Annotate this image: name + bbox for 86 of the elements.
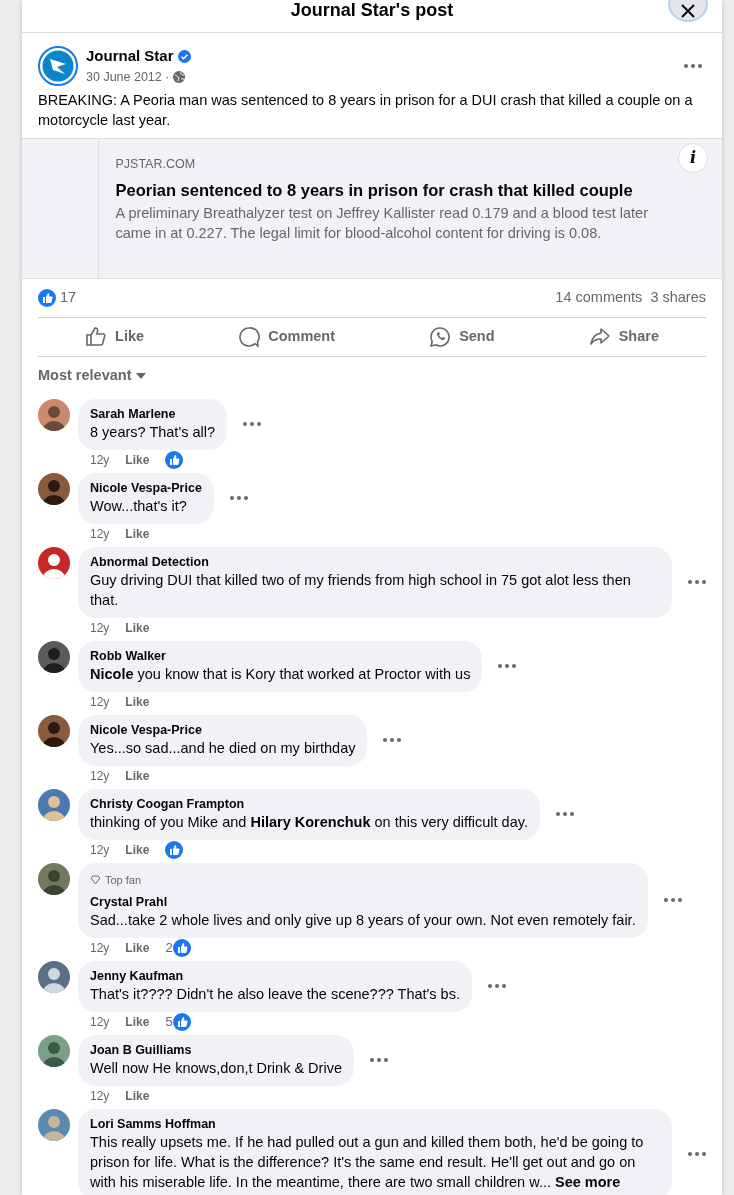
- comment-options-icon[interactable]: [243, 422, 261, 427]
- comment-time[interactable]: 12y: [90, 1087, 110, 1104]
- share-count[interactable]: 3 shares: [650, 287, 706, 309]
- comment-time[interactable]: 12y: [90, 767, 110, 784]
- comment-options-icon[interactable]: [498, 664, 517, 669]
- chat-phone-icon: [429, 326, 452, 348]
- like-link[interactable]: Like: [125, 1087, 150, 1104]
- comment-time[interactable]: 12y: [90, 1013, 110, 1030]
- commenter-name[interactable]: Crystal Prahl: [90, 893, 636, 910]
- comment-text: thinking of you Mike and Hilary Korenchuk on this very difficult day.: [90, 812, 528, 832]
- commenter-name[interactable]: Lori Samms Hoffman: [90, 1115, 660, 1132]
- avatar[interactable]: [38, 1034, 70, 1067]
- commenter-name[interactable]: Joan B Guilliams: [90, 1041, 342, 1058]
- post-date[interactable]: 30 June 2012 ·: [86, 67, 170, 87]
- top-fan-label: Top fan: [105, 872, 142, 888]
- see-more-link[interactable]: See more: [555, 1173, 621, 1190]
- comment-time[interactable]: 12y: [90, 693, 110, 710]
- like-link[interactable]: Like: [125, 767, 150, 784]
- commenter-name[interactable]: Robb Walker: [90, 647, 471, 664]
- like-link[interactable]: Like: [125, 841, 150, 858]
- link-headline: Peorian sentenced to 8 years in prison for crash that killed couple: [115, 180, 634, 201]
- thumbs-up-icon: [85, 326, 108, 348]
- comment-time[interactable]: 12y: [90, 525, 110, 542]
- sort-button[interactable]: Most relevant: [38, 361, 148, 391]
- comment-text: This really upsets me. If he had pulled out a gun and killed them both, he'd be going to prison for life. What is the difference? It's the same end result. He'll get out and go on with his miserable life. In the meantime, there are two small children w... See more: [90, 1132, 645, 1192]
- like-link[interactable]: Like: [125, 451, 150, 468]
- like-reaction-icon: [38, 289, 56, 308]
- comment-options-icon[interactable]: [688, 1152, 706, 1157]
- comment-text: Guy driving DUI that killed two of my friends from high school in 75 got alot less then that.: [90, 570, 632, 610]
- comment-time[interactable]: 12y: [90, 619, 110, 636]
- globe-icon: [173, 70, 186, 83]
- link-preview[interactable]: [22, 138, 722, 280]
- speech-bubble-icon: [238, 326, 261, 348]
- comment-options-icon[interactable]: [688, 580, 706, 585]
- author-name[interactable]: Journal Star: [86, 45, 174, 68]
- comment-options-icon[interactable]: [229, 496, 248, 501]
- comment-text: Nicole you know that is Kory that worked at Proctor with us: [90, 664, 471, 684]
- like-link[interactable]: Like: [125, 525, 150, 542]
- post-text: BREAKING: A Peoria man was sentenced to 8 years in prison for a DUI crash that killed a couple on a motorcycle last year.: [37, 91, 694, 131]
- like-link[interactable]: Like: [125, 693, 150, 710]
- caret-icon: [135, 371, 148, 380]
- like-action-button[interactable]: Like: [38, 318, 192, 356]
- comment-text: Wow...that's it?: [90, 496, 188, 516]
- comment-count[interactable]: 14 comments: [555, 287, 643, 309]
- diamond-icon: [90, 874, 101, 885]
- comment-options-icon[interactable]: [555, 812, 574, 817]
- avatar[interactable]: [38, 472, 70, 505]
- commenter-name[interactable]: Nicole Vespa-Price: [90, 479, 202, 496]
- link-description: A preliminary Breathalyzer test on Jeffrey Kallister read 0.179 and a blood test later came in at 0.227. The legal limit for blood-alcohol content for driving is 0.08.: [115, 203, 649, 243]
- avatar[interactable]: [38, 714, 70, 747]
- commenter-name[interactable]: Jenny Kaufman: [90, 967, 460, 984]
- comment-options-icon[interactable]: [487, 984, 506, 989]
- dialog-title: Journal Star's post: [290, 1, 454, 22]
- comment-options-icon[interactable]: [383, 738, 402, 743]
- comment-text: Yes...so sad...and he died on my birthday: [90, 738, 356, 758]
- comment-time[interactable]: 12y: [90, 841, 110, 858]
- commenter-name[interactable]: Nicole Vespa-Price: [90, 721, 356, 738]
- like-link[interactable]: Like: [125, 1013, 150, 1030]
- share-action-button[interactable]: Share: [541, 318, 707, 356]
- commenter-name[interactable]: Christy Coogan Frampton: [90, 795, 528, 812]
- avatar[interactable]: [38, 862, 70, 895]
- link-domain: PJSTAR.COM: [115, 156, 196, 174]
- send-action-button[interactable]: Send: [382, 318, 542, 356]
- comment-options-icon[interactable]: [663, 898, 682, 903]
- close-icon: [681, 4, 695, 18]
- like-link[interactable]: Like: [125, 619, 150, 636]
- avatar[interactable]: [38, 640, 70, 673]
- share-arrow-icon: [588, 326, 611, 348]
- info-button[interactable]: i: [678, 143, 708, 174]
- reaction-count[interactable]: 5: [165, 1013, 173, 1030]
- comment-time[interactable]: 12y: [90, 451, 110, 468]
- comment-options-icon[interactable]: [369, 1058, 388, 1063]
- comment-text: That's it???? Didn't he also leave the scene??? That's bs.: [90, 984, 460, 1004]
- comment-text: Sad...take 2 whole lives and only give up 8 years of your own. Not even remotely fair.: [90, 910, 636, 930]
- comment-time[interactable]: 12y: [90, 939, 110, 956]
- comment-action-button[interactable]: Comment: [191, 318, 383, 356]
- comment-text: 8 years? That's all?: [90, 422, 215, 442]
- reaction-count[interactable]: 17: [60, 287, 556, 309]
- avatar[interactable]: [38, 398, 70, 431]
- commenter-name[interactable]: Abnormal Detection: [90, 553, 660, 570]
- like-link[interactable]: Like: [125, 939, 150, 956]
- logo-icon: [38, 45, 78, 86]
- commenter-name[interactable]: Sarah Marlene: [90, 405, 215, 422]
- reaction-count[interactable]: 2: [165, 939, 173, 956]
- more-options-icon[interactable]: [684, 63, 702, 68]
- comment-text: Well now He knows,don,t Drink & Drive: [90, 1058, 342, 1078]
